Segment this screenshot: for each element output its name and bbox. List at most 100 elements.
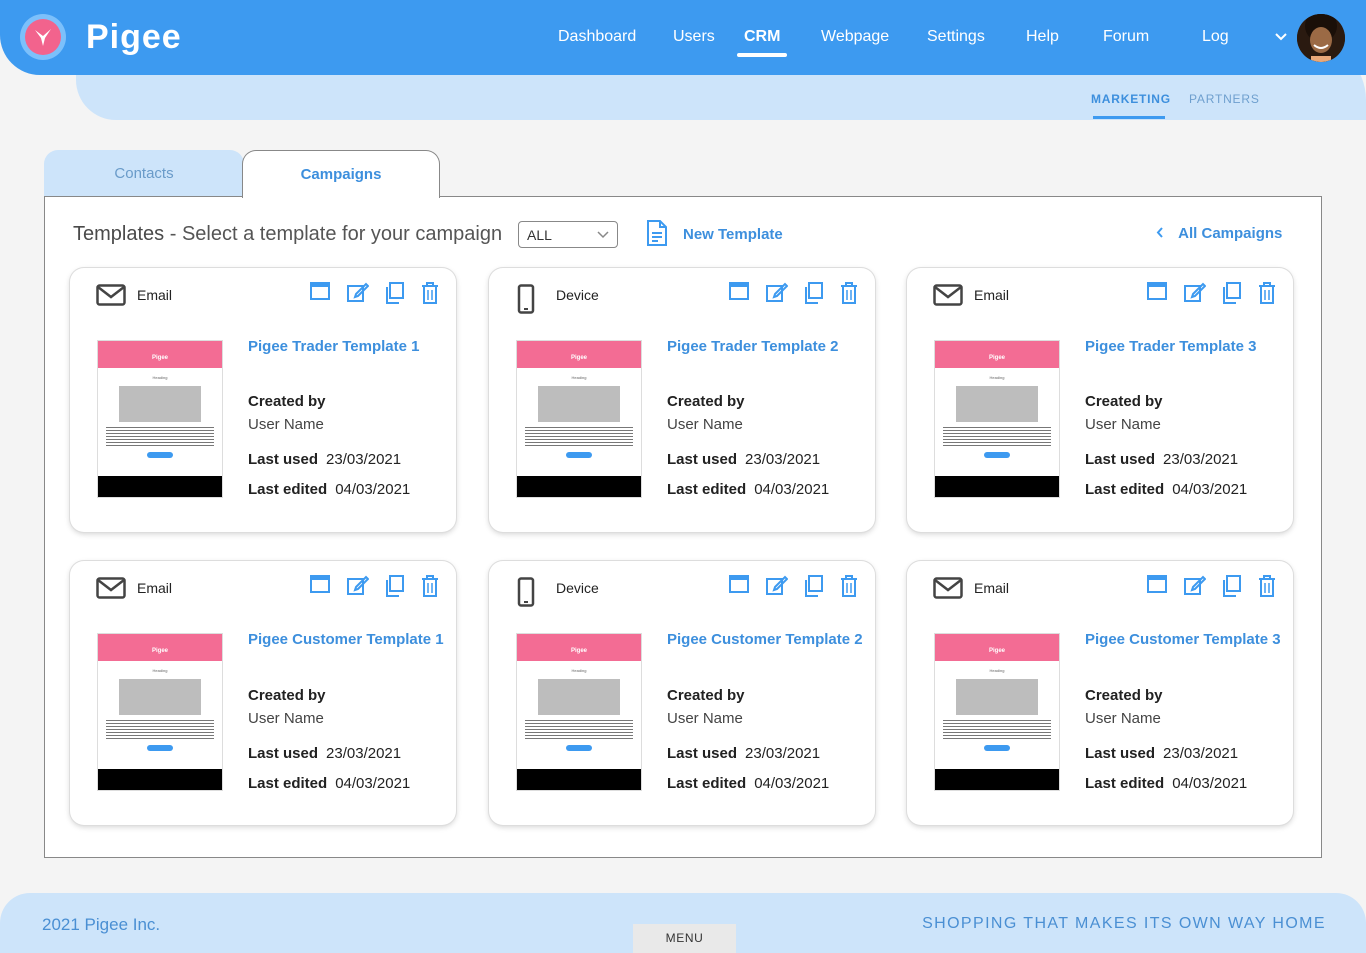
- all-campaigns-label: All Campaigns: [1178, 225, 1283, 242]
- delete-icon[interactable]: [1258, 575, 1280, 597]
- template-name[interactable]: Pigee Customer Template 1: [248, 629, 448, 650]
- preview-icon[interactable]: [310, 282, 332, 304]
- nav-users[interactable]: Users: [673, 28, 715, 46]
- preview-icon[interactable]: [1147, 282, 1169, 304]
- thumbnail-brand: Pigee: [570, 648, 587, 654]
- duplicate-icon[interactable]: [803, 575, 825, 597]
- image-placeholder-icon: [119, 386, 201, 422]
- last-used-key: Last used: [667, 451, 738, 468]
- last-used-key: Last used: [248, 451, 319, 468]
- menu-button[interactable]: MENU: [633, 924, 736, 953]
- template-name[interactable]: Pigee Trader Template 3: [1085, 336, 1285, 357]
- user-avatar[interactable]: [1297, 14, 1345, 62]
- chevron-down-icon[interactable]: [1274, 30, 1288, 49]
- delete-icon[interactable]: [421, 575, 443, 597]
- delete-icon[interactable]: [1258, 282, 1280, 304]
- duplicate-icon[interactable]: [1221, 282, 1243, 304]
- preview-icon[interactable]: [729, 282, 751, 304]
- duplicate-icon[interactable]: [1221, 575, 1243, 597]
- thumbnail-text-lines: [525, 720, 633, 739]
- slogan-text: SHOPPING THAT MAKES ITS OWN WAY HOME: [922, 915, 1326, 932]
- last-edited-key: Last edited: [1085, 481, 1165, 498]
- thumbnail-footer: [935, 476, 1059, 497]
- last-edited-key: Last edited: [248, 775, 328, 792]
- thumbnail-banner: Pigee: [935, 341, 1059, 368]
- last-edited-value: 04/03/2021: [754, 775, 830, 792]
- template-thumbnail[interactable]: Pigee Heading: [516, 633, 642, 791]
- image-placeholder-icon: [538, 679, 620, 715]
- created-by-user: User Name: [248, 710, 324, 727]
- tab-campaigns[interactable]: Campaigns: [242, 150, 440, 198]
- preview-icon[interactable]: [729, 575, 751, 597]
- nav-forum[interactable]: Forum: [1103, 28, 1149, 46]
- last-edited-row: Last edited 04/03/2021: [667, 775, 829, 792]
- image-placeholder-icon: [538, 386, 620, 422]
- card-actions: [729, 575, 862, 597]
- template-name[interactable]: Pigee Customer Template 3: [1085, 629, 1285, 650]
- nav-settings[interactable]: Settings: [927, 28, 985, 46]
- subnav-active-indicator: [1093, 116, 1165, 119]
- duplicate-icon[interactable]: [803, 282, 825, 304]
- duplicate-icon[interactable]: [384, 282, 406, 304]
- preview-icon[interactable]: [310, 575, 332, 597]
- template-card[interactable]: Email Pigee Heading Pigee Customer Template…: [70, 561, 456, 825]
- last-edited-key: Last edited: [248, 481, 328, 498]
- template-card[interactable]: Device Pigee Heading Pigee Trader Template …: [489, 268, 875, 532]
- template-thumbnail[interactable]: Pigee Heading: [934, 340, 1060, 498]
- edit-icon[interactable]: [766, 575, 789, 597]
- edit-icon[interactable]: [347, 282, 370, 304]
- created-by-label: Created by: [667, 687, 753, 704]
- last-used-row: Last used 23/03/2021: [1085, 451, 1238, 468]
- last-edited-value: 04/03/2021: [754, 481, 830, 498]
- image-placeholder-icon: [956, 679, 1038, 715]
- tab-contacts[interactable]: Contacts: [44, 150, 244, 197]
- subnav-marketing[interactable]: MARKETING: [1091, 92, 1171, 106]
- template-thumbnail[interactable]: Pigee Heading: [97, 633, 223, 791]
- created-by-label: Created by: [1085, 687, 1171, 704]
- thumbnail-heading: Heading: [571, 668, 587, 673]
- template-filter-select[interactable]: ALL: [518, 221, 618, 248]
- document-icon[interactable]: [646, 219, 668, 252]
- delete-icon[interactable]: [840, 575, 862, 597]
- template-name[interactable]: Pigee Trader Template 1: [248, 336, 448, 357]
- template-thumbnail[interactable]: Pigee Heading: [934, 633, 1060, 791]
- duplicate-icon[interactable]: [384, 575, 406, 597]
- edit-icon[interactable]: [1184, 575, 1207, 597]
- nav-help[interactable]: Help: [1026, 28, 1059, 46]
- template-card[interactable]: Device Pigee Heading Pigee Customer Templat…: [489, 561, 875, 825]
- nav-crm[interactable]: CRM: [744, 28, 780, 46]
- delete-icon[interactable]: [840, 282, 862, 304]
- template-thumbnail[interactable]: Pigee Heading: [516, 340, 642, 498]
- image-placeholder-icon: [119, 679, 201, 715]
- chevron-down-icon: [597, 231, 609, 239]
- nav-log[interactable]: Log: [1202, 28, 1229, 46]
- subnav-partners[interactable]: PARTNERS: [1189, 92, 1260, 106]
- template-name[interactable]: Pigee Trader Template 2: [667, 336, 867, 357]
- nav-webpage[interactable]: Webpage: [821, 28, 889, 46]
- envelope-icon: [96, 577, 126, 604]
- thumbnail-text-lines: [106, 720, 214, 739]
- last-used-value: 23/03/2021: [745, 745, 821, 762]
- template-type: Email: [137, 580, 173, 596]
- new-template-button[interactable]: New Template: [683, 226, 783, 243]
- template-type: Email: [974, 580, 1010, 596]
- last-used-value: 23/03/2021: [745, 451, 821, 468]
- nav-dashboard[interactable]: Dashboard: [558, 28, 636, 46]
- all-campaigns-link[interactable]: All Campaigns: [1156, 225, 1282, 242]
- edit-icon[interactable]: [766, 282, 789, 304]
- template-card[interactable]: Email Pigee Heading Pigee Trader Template 1…: [70, 268, 456, 532]
- preview-icon[interactable]: [1147, 575, 1169, 597]
- delete-icon[interactable]: [421, 282, 443, 304]
- edit-icon[interactable]: [347, 575, 370, 597]
- template-card[interactable]: Email Pigee Heading Pigee Customer Template…: [907, 561, 1293, 825]
- logo[interactable]: [20, 14, 66, 60]
- created-by-key: Created by: [667, 393, 745, 410]
- template-name[interactable]: Pigee Customer Template 2: [667, 629, 867, 650]
- template-card[interactable]: Email Pigee Heading Pigee Trader Template 3…: [907, 268, 1293, 532]
- thumbnail-footer: [98, 476, 222, 497]
- thumbnail-footer: [935, 769, 1059, 790]
- thumbnail-banner: Pigee: [935, 634, 1059, 661]
- phone-icon: [515, 577, 537, 612]
- edit-icon[interactable]: [1184, 282, 1207, 304]
- template-thumbnail[interactable]: Pigee Heading: [97, 340, 223, 498]
